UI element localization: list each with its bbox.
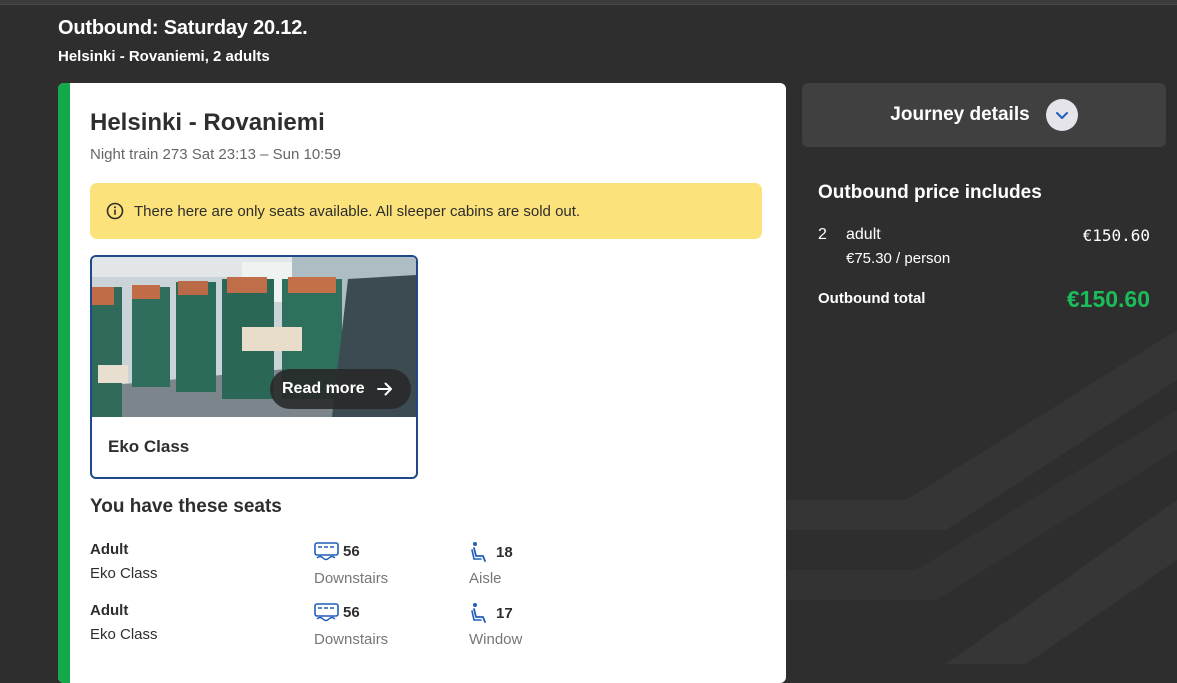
seat-row: Adult Eko Class 56 Downstairs 18 Aisle: [90, 541, 750, 591]
passenger-class: Eko Class: [90, 565, 158, 582]
journey-details-label: Journey details: [890, 104, 1030, 125]
car-location: Downstairs: [314, 631, 389, 648]
train-info: Night train 273 Sat 23:13 – Sun 10:59: [90, 146, 342, 163]
class-name: Eko Class: [108, 437, 190, 456]
chevron-down-icon: [1045, 99, 1078, 131]
passenger-type: Adult: [90, 602, 129, 619]
coach-icon: [314, 542, 339, 561]
seat-icon: [471, 542, 486, 562]
read-more-button[interactable]: Read more: [270, 369, 411, 409]
coach-icon: [314, 603, 339, 622]
journey-card: Helsinki - Rovaniemi Night train 273 Sat…: [58, 83, 786, 683]
page-heading: Outbound: Saturday 20.12. Helsinki - Rov…: [58, 17, 308, 65]
class-card-eko[interactable]: Read more Eko Class: [90, 255, 418, 479]
seat-number-value: 17: [496, 604, 513, 622]
car-number-value: 56: [343, 603, 360, 621]
seat-number: 17: [470, 602, 513, 624]
passenger-type: Adult: [90, 541, 129, 558]
card-accent-bar: [58, 83, 70, 683]
availability-notice: There here are only seats available. All…: [90, 183, 762, 239]
total-value: €150.60: [1066, 286, 1150, 312]
route-title: Helsinki - Rovaniemi: [90, 109, 325, 136]
arrow-right-icon: [376, 382, 392, 396]
top-border: [0, 0, 1177, 5]
page-subtitle: Helsinki - Rovaniemi, 2 adults: [58, 48, 270, 65]
page-title: Outbound: Saturday 20.12.: [58, 17, 308, 39]
background-stripes: [786, 330, 1177, 664]
seats-title: You have these seats: [90, 496, 282, 517]
car-number: 56: [314, 602, 360, 622]
read-more-label: Read more: [282, 380, 365, 397]
price-quantity: 2: [818, 226, 827, 243]
price-amount: €150.60: [1082, 226, 1150, 245]
seat-type: Window: [469, 631, 523, 648]
seat-icon: [471, 603, 486, 623]
info-icon: [106, 202, 124, 220]
price-per-person: €75.30 / person: [846, 250, 951, 267]
price-title: Outbound price includes: [818, 182, 1042, 203]
car-number-value: 56: [343, 542, 360, 560]
journey-details-button[interactable]: Journey details: [802, 83, 1166, 147]
car-number: 56: [314, 541, 360, 561]
passenger-class: Eko Class: [90, 626, 158, 643]
seat-number-value: 18: [496, 543, 513, 561]
seat-row: Adult Eko Class 56 Downstairs 17 Window: [90, 602, 750, 652]
price-passenger-type: adult: [846, 226, 881, 243]
notice-text: There here are only seats available. All…: [134, 202, 581, 220]
seat-type: Aisle: [469, 570, 502, 587]
car-location: Downstairs: [314, 570, 389, 587]
total-label: Outbound total: [818, 290, 926, 307]
seat-number: 18: [470, 541, 513, 563]
